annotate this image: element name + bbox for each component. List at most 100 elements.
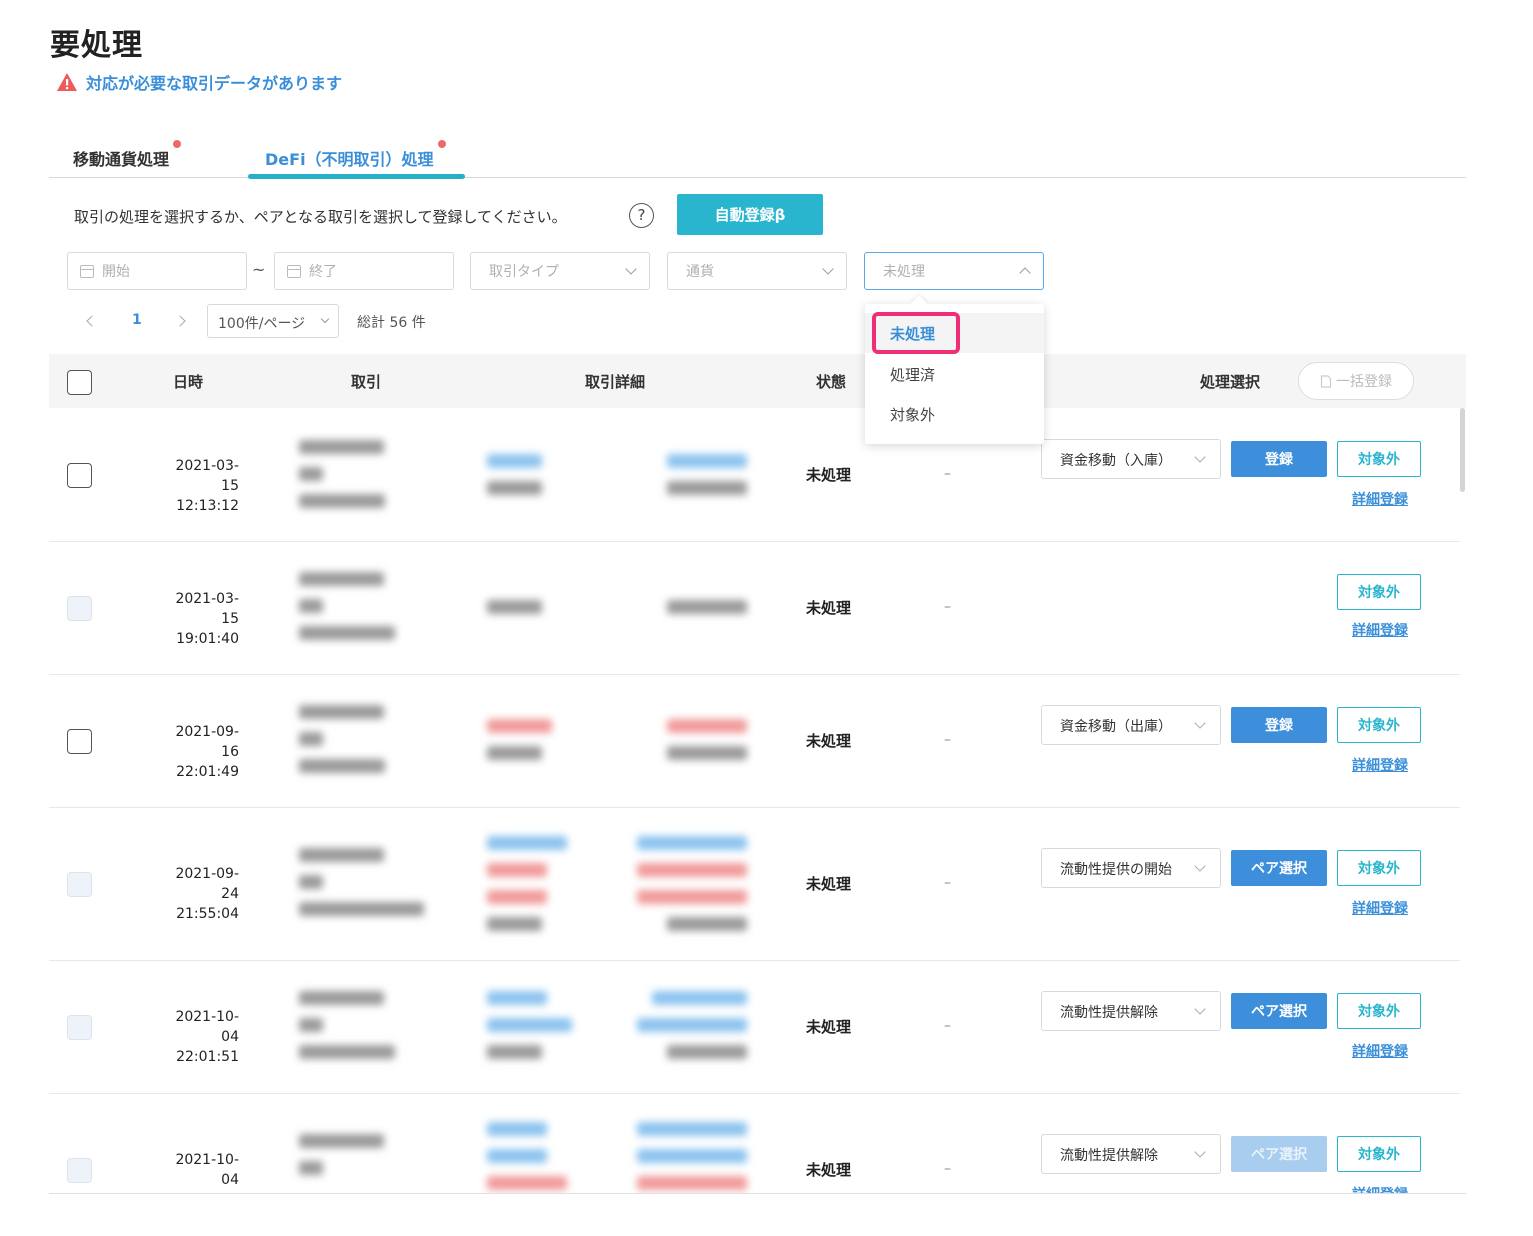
current-page-number[interactable]: 1 xyxy=(132,312,142,328)
row-checkbox[interactable] xyxy=(67,463,92,488)
total-count: 総計 56 件 xyxy=(357,315,426,331)
detail-register-link[interactable]: 詳細登録 xyxy=(1352,1041,1408,1061)
start-date-input[interactable]: 開始 xyxy=(67,252,247,290)
row-date: 2021-10-04 xyxy=(175,1009,239,1045)
prev-page-icon[interactable] xyxy=(86,315,98,327)
transaction-detail-blurred xyxy=(487,836,747,944)
row-time: 12:13:12 xyxy=(176,498,239,514)
row-time: 22:01:49 xyxy=(176,764,239,780)
row-date: 2021-09-24 xyxy=(175,866,239,902)
tab-transfer-currency[interactable]: 移動通貨処理 xyxy=(73,140,182,170)
row-memo: – xyxy=(944,1161,951,1177)
chevron-down-icon xyxy=(822,263,834,275)
table-row: 2021-09-16 22:01:49 未処理 – 資金移動（出庫） 登録 対象… xyxy=(49,675,1460,808)
process-type-select[interactable]: 資金移動（出庫） xyxy=(1041,705,1221,745)
chevron-up-icon xyxy=(1019,267,1031,279)
transaction-info-blurred xyxy=(299,1134,449,1188)
exclude-button[interactable]: 対象外 xyxy=(1337,993,1421,1029)
transaction-detail-blurred xyxy=(487,991,747,1072)
page-size-select[interactable]: 100件/ページ xyxy=(207,304,339,338)
instruction-text: 取引の処理を選択するか、ペアとなる取引を選択して登録してください。 xyxy=(74,208,567,226)
transaction-info-blurred xyxy=(299,848,449,929)
row-datetime: 2021-03-15 19:01:40 xyxy=(159,589,239,649)
process-type-select[interactable]: 流動性提供の開始 xyxy=(1041,848,1221,888)
chevron-down-icon xyxy=(1194,1146,1206,1158)
row-memo: – xyxy=(944,466,951,482)
alert-text: 対応が必要な取引データがあります xyxy=(86,74,343,93)
bulk-register-button[interactable]: 一括登録 xyxy=(1298,362,1414,400)
tab-defi[interactable]: DeFi（不明取引）処理 xyxy=(265,140,446,170)
pair-select-button[interactable]: ペア選択 xyxy=(1231,993,1327,1029)
warning-icon xyxy=(57,73,77,91)
row-checkbox[interactable] xyxy=(67,729,92,754)
row-time: 22:01:51 xyxy=(176,1049,239,1065)
transaction-detail-blurred xyxy=(487,454,747,508)
scrollbar-thumb[interactable] xyxy=(1460,408,1465,492)
exclude-button[interactable]: 対象外 xyxy=(1337,574,1421,610)
transaction-type-select[interactable]: 取引タイプ xyxy=(470,252,650,290)
status-select[interactable]: 未処理 xyxy=(864,252,1044,290)
notification-dot xyxy=(437,140,446,148)
currency-select[interactable]: 通貨 xyxy=(667,252,847,290)
register-button[interactable]: 登録 xyxy=(1231,707,1327,743)
exclude-button[interactable]: 対象外 xyxy=(1337,707,1421,743)
chevron-down-icon xyxy=(1194,860,1206,872)
row-memo: – xyxy=(944,875,951,891)
table-row: 2021-10-04 22:06:45 未処理 – 流動性提供解除 ペア選択 対… xyxy=(49,1094,1460,1208)
column-header-detail: 取引詳細 xyxy=(585,373,646,391)
row-datetime: 2021-10-04 22:01:51 xyxy=(159,1007,239,1067)
status-option-excluded[interactable]: 対象外 xyxy=(865,394,1044,434)
tab-label: DeFi（不明取引）処理 xyxy=(265,150,434,169)
start-date-placeholder: 開始 xyxy=(102,264,130,280)
transaction-detail-blurred xyxy=(487,719,747,773)
process-type-value: 流動性提供の開始 xyxy=(1060,862,1172,878)
column-header-action: 処理選択 xyxy=(1200,373,1261,391)
row-checkbox xyxy=(67,1015,92,1040)
transaction-detail-blurred xyxy=(487,1122,747,1203)
row-date: 2021-03-15 xyxy=(175,591,239,627)
process-type-select[interactable]: 流動性提供解除 xyxy=(1041,1134,1221,1174)
exclude-button[interactable]: 対象外 xyxy=(1337,441,1421,477)
register-button[interactable]: 登録 xyxy=(1231,441,1327,477)
row-checkbox xyxy=(67,872,92,897)
help-icon[interactable]: ? xyxy=(629,203,654,228)
row-status: 未処理 xyxy=(806,466,852,484)
row-checkbox xyxy=(67,596,92,621)
status-select-value: 未処理 xyxy=(883,264,925,280)
tab-label: 移動通貨処理 xyxy=(73,150,170,169)
auto-register-button[interactable]: 自動登録β xyxy=(677,194,823,235)
end-date-input[interactable]: 終了 xyxy=(274,252,454,290)
list-viewport-mask xyxy=(0,1194,1533,1236)
chevron-down-icon xyxy=(1194,1003,1206,1015)
process-type-value: 資金移動（入庫） xyxy=(1060,453,1172,469)
row-datetime: 2021-03-15 12:13:12 xyxy=(159,456,239,516)
calendar-icon xyxy=(80,264,94,278)
detail-register-link[interactable]: 詳細登録 xyxy=(1352,755,1408,775)
detail-register-link[interactable]: 詳細登録 xyxy=(1352,898,1408,918)
exclude-button[interactable]: 対象外 xyxy=(1337,850,1421,886)
next-page-icon[interactable] xyxy=(174,315,186,327)
process-type-select[interactable]: 流動性提供解除 xyxy=(1041,991,1221,1031)
row-status: 未処理 xyxy=(806,599,852,617)
row-memo: – xyxy=(944,599,951,615)
dropdown-caret xyxy=(910,295,928,313)
notification-dot xyxy=(173,140,182,148)
chevron-down-icon xyxy=(625,263,637,275)
process-type-value: 流動性提供解除 xyxy=(1060,1148,1158,1164)
detail-register-link[interactable]: 詳細登録 xyxy=(1352,489,1408,509)
tab-bar: 移動通貨処理 DeFi（不明取引）処理 xyxy=(49,136,1466,179)
row-memo: – xyxy=(944,732,951,748)
process-type-value: 流動性提供解除 xyxy=(1060,1005,1158,1021)
status-option-processed[interactable]: 処理済 xyxy=(865,354,1044,394)
row-status: 未処理 xyxy=(806,732,852,750)
pair-select-button[interactable]: ペア選択 xyxy=(1231,850,1327,886)
detail-register-link[interactable]: 詳細登録 xyxy=(1352,620,1408,640)
active-tab-indicator xyxy=(248,174,465,179)
select-all-checkbox[interactable] xyxy=(67,370,92,395)
row-status: 未処理 xyxy=(806,1018,852,1036)
process-type-select[interactable]: 資金移動（入庫） xyxy=(1041,439,1221,479)
transaction-type-placeholder: 取引タイプ xyxy=(489,264,559,280)
alert-message: 対応が必要な取引データがあります xyxy=(56,70,342,94)
chevron-down-icon xyxy=(320,314,330,324)
exclude-button[interactable]: 対象外 xyxy=(1337,1136,1421,1172)
